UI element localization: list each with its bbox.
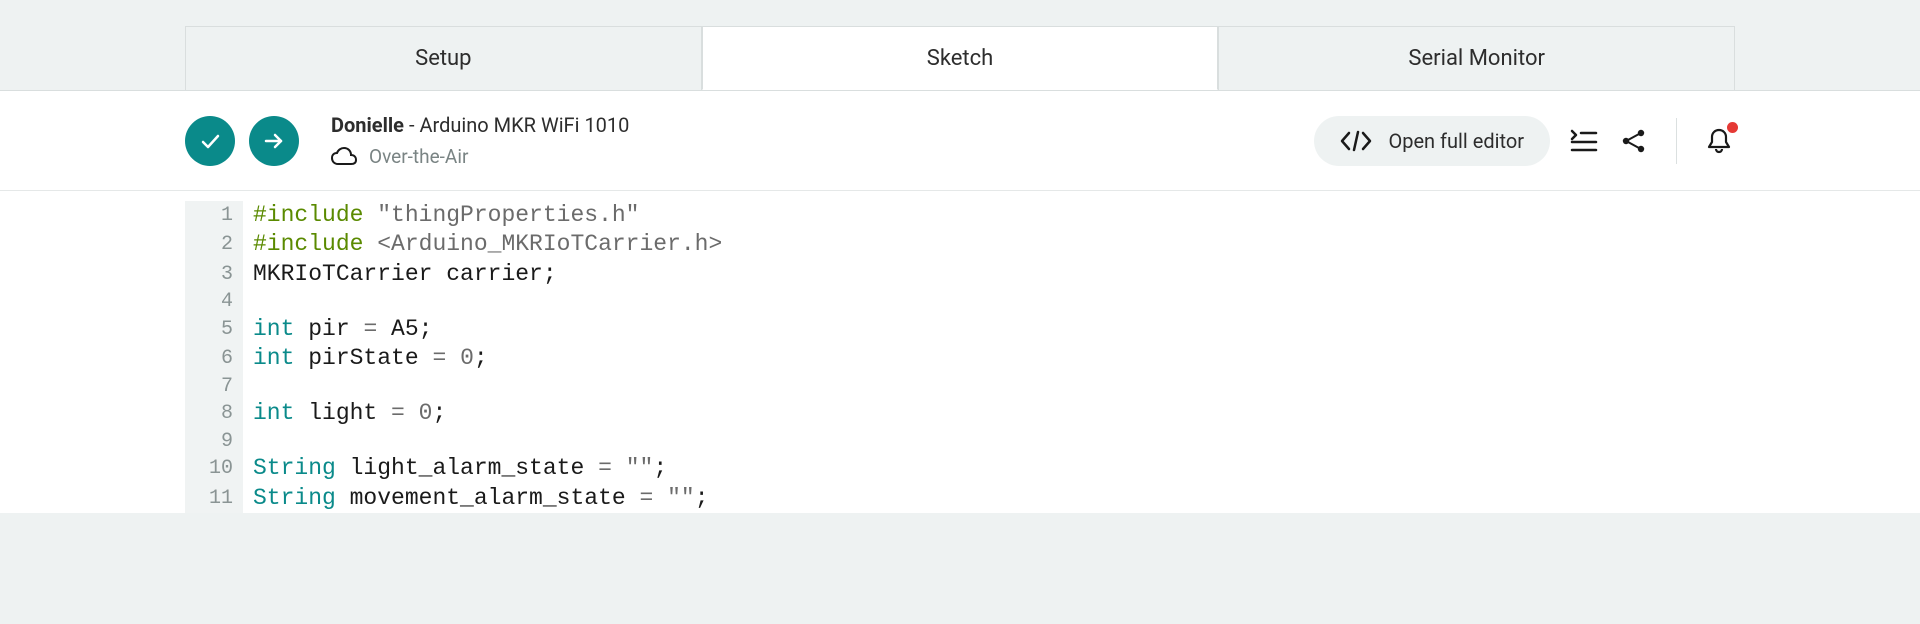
code-content: int light = 0; (243, 399, 446, 428)
code-line: 9 (185, 429, 1920, 455)
code-content: String light_alarm_state = ""; (243, 454, 667, 483)
line-number: 4 (185, 289, 243, 315)
line-number: 7 (185, 374, 243, 400)
open-editor-label: Open full editor (1388, 129, 1524, 153)
code-line: 4 (185, 289, 1920, 315)
line-number: 2 (185, 230, 243, 259)
code-content: String movement_alarm_state = ""; (243, 484, 709, 513)
tab-setup[interactable]: Setup (185, 26, 702, 90)
right-tools: Open full editor (1314, 116, 1735, 166)
sketch-title: Donielle - Arduino MKR WiFi 1010 (331, 113, 629, 137)
code-line: 3MKRIoTCarrier carrier; (185, 260, 1920, 289)
line-number: 10 (185, 454, 243, 483)
line-number: 6 (185, 344, 243, 373)
line-number: 3 (185, 260, 243, 289)
code-icon (1340, 130, 1372, 152)
open-full-editor-button[interactable]: Open full editor (1314, 116, 1550, 166)
check-icon (198, 129, 222, 153)
code-content: int pir = A5; (243, 315, 432, 344)
code-line: 11String movement_alarm_state = ""; (185, 484, 1920, 513)
code-editor[interactable]: 1#include "thingProperties.h"2#include <… (0, 191, 1920, 513)
line-number: 11 (185, 484, 243, 513)
toolbar-divider (1676, 118, 1677, 164)
code-line: 10String light_alarm_state = ""; (185, 454, 1920, 483)
deployment-method: Over-the-Air (369, 145, 468, 168)
board-name: Arduino MKR WiFi 1010 (419, 113, 629, 137)
code-content: #include <Arduino_MKRIoTCarrier.h> (243, 230, 722, 259)
code-content (243, 429, 253, 455)
code-line: 6int pirState = 0; (185, 344, 1920, 373)
tabs-container: Setup Sketch Serial Monitor (0, 0, 1920, 90)
code-content: int pirState = 0; (243, 344, 488, 373)
line-number: 8 (185, 399, 243, 428)
sketch-separator: - (404, 113, 419, 137)
line-number: 1 (185, 201, 243, 230)
code-line: 8int light = 0; (185, 399, 1920, 428)
code-content: #include "thingProperties.h" (243, 201, 639, 230)
sketch-meta: Donielle - Arduino MKR WiFi 1010 Over-th… (331, 113, 629, 168)
tab-label: Sketch (927, 46, 994, 71)
tab-serial-monitor[interactable]: Serial Monitor (1218, 26, 1735, 90)
upload-button[interactable] (249, 116, 299, 166)
notifications-button[interactable] (1703, 125, 1735, 157)
list-icon (1570, 129, 1598, 153)
tab-label: Setup (415, 46, 471, 71)
verify-button[interactable] (185, 116, 235, 166)
code-content: MKRIoTCarrier carrier; (243, 260, 557, 289)
code-line: 1#include "thingProperties.h" (185, 201, 1920, 230)
tab-sketch[interactable]: Sketch (702, 26, 1219, 90)
code-content (243, 289, 253, 315)
list-button[interactable] (1568, 125, 1600, 157)
code-line: 5int pir = A5; (185, 315, 1920, 344)
code-line: 2#include <Arduino_MKRIoTCarrier.h> (185, 230, 1920, 259)
tab-label: Serial Monitor (1408, 46, 1545, 71)
line-number: 9 (185, 429, 243, 455)
sketch-name: Donielle (331, 113, 404, 137)
line-number: 5 (185, 315, 243, 344)
deployment-row: Over-the-Air (331, 145, 629, 168)
code-content (243, 374, 253, 400)
share-icon (1621, 128, 1647, 154)
code-line: 7 (185, 374, 1920, 400)
arrow-right-icon (262, 129, 286, 153)
cloud-icon (331, 147, 357, 167)
notification-badge (1727, 122, 1738, 133)
toolbar: Donielle - Arduino MKR WiFi 1010 Over-th… (0, 90, 1920, 191)
share-button[interactable] (1618, 125, 1650, 157)
